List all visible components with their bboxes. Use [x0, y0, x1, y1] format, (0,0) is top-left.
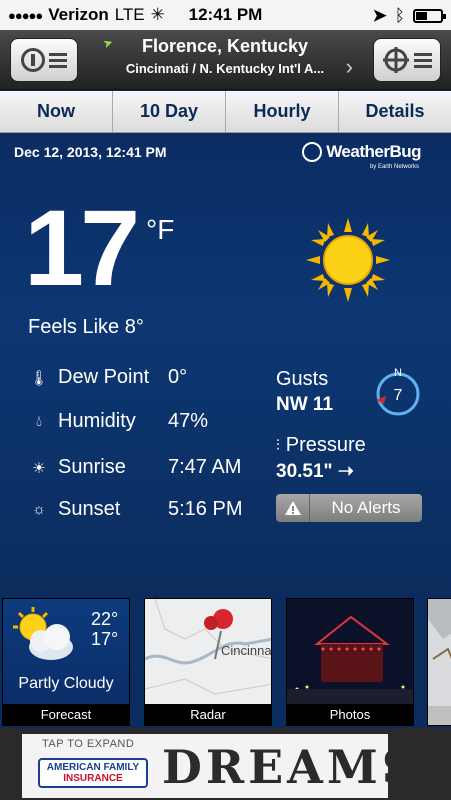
ad-brand-logo: AMERICAN FAMILY INSURANCE [38, 758, 148, 788]
thermometer-icon: 🌡︎ [29, 369, 49, 387]
location-station: Cincinnati / N. Kentucky Int'l A... [125, 61, 325, 76]
forecast-high: 22° [91, 609, 119, 629]
tab-now[interactable]: Now [0, 91, 113, 132]
feels-like: Feels Like 8° [28, 316, 144, 338]
location-city: Florence, Kentucky [141, 36, 309, 56]
tab-10-day[interactable]: 10 Day [113, 91, 226, 132]
sunrise-value: 7:47 AM [168, 456, 242, 478]
radar-map-city-label: Cincinna [221, 643, 272, 658]
tab-hourly[interactable]: Hourly [226, 91, 339, 132]
ad-headline: DREAMS [162, 740, 420, 794]
wind-compass-icon: N 7 [376, 367, 420, 416]
sunrise-row: ☀ Sunrise 7:47 AM [28, 456, 241, 479]
humidity-row: 💧︎ Humidity 47% [28, 410, 208, 433]
current-temperature: 17 [24, 187, 140, 308]
bluetooth-icon: ᛒ [394, 6, 405, 25]
forecast-caption: Forecast [3, 704, 129, 725]
observation-datetime: Dec 12, 2013, 12:41 PM [14, 144, 167, 160]
dew-point-label: Dew Point [58, 366, 150, 388]
ad-tap-label: TAP TO EXPAND [42, 738, 135, 750]
forecast-low: 17° [91, 629, 119, 649]
sunrise-icon: ☀ [32, 459, 46, 477]
weatherbug-logo-icon [21, 48, 45, 72]
gusts-label: Gusts [276, 368, 329, 390]
pressure-row: ⫶ Pressure [276, 434, 366, 457]
menu-button[interactable] [10, 38, 78, 82]
location-selector[interactable]: Florence, Kentucky Cincinnati / N. Kentu… [100, 34, 350, 76]
warning-icon [276, 494, 310, 522]
ad-content[interactable]: TAP TO EXPAND AMERICAN FAMILY INSURANCE … [22, 734, 415, 798]
wind-speed: 7 [394, 387, 403, 404]
snow-photo-image [428, 599, 451, 706]
tab-bar: Now 10 Day Hourly Details [0, 91, 451, 133]
temperature-unit: °F [146, 214, 175, 245]
dew-point-row: 🌡︎ Dew Point 0° [28, 366, 187, 389]
forecast-condition: Partly Cloudy [18, 675, 114, 692]
ad-brand-line1: AMERICAN FAMILY [46, 762, 140, 773]
ad-banner[interactable]: TAP TO EXPAND AMERICAN FAMILY INSURANCE … [0, 728, 451, 800]
alerts-label: No Alerts [331, 498, 401, 517]
menu-lines-icon [49, 52, 67, 68]
chevron-right-icon[interactable]: › [346, 54, 353, 80]
droplet-icon: 💧︎ [35, 413, 42, 430]
humidity-value: 47% [168, 410, 209, 432]
location-list-button[interactable] [373, 38, 441, 82]
feature-carousel: 22° 17° Partly Cloudy Forecast Cincinna … [0, 598, 451, 726]
weatherbug-logo: WeatherBug by Earth Networks [302, 142, 421, 170]
logo-subtext: by Earth Networks [369, 164, 419, 170]
dew-point-value: 0° [168, 366, 188, 388]
alerts-button[interactable]: No Alerts [276, 494, 422, 522]
pressure-value: 30.51" ➝ [276, 461, 354, 482]
photos-tile[interactable]: Photos [286, 598, 414, 726]
photo-image [287, 599, 413, 706]
status-icons: ➤ ᛒ [372, 6, 446, 26]
battery-icon [413, 9, 446, 23]
sunset-label: Sunset [58, 498, 121, 520]
compass-north-label: N [394, 367, 402, 379]
pressure-label: Pressure [285, 434, 366, 456]
forecast-tile[interactable]: 22° 17° Partly Cloudy Forecast [2, 598, 130, 726]
tab-details[interactable]: Details [339, 91, 451, 132]
sunset-icon: ☼ [32, 501, 46, 518]
more-tile[interactable] [427, 598, 451, 726]
sunset-value: 5:16 PM [168, 498, 243, 520]
current-conditions-panel: Dec 12, 2013, 12:41 PM WeatherBug by Ear… [0, 134, 451, 594]
sunrise-label: Sunrise [58, 456, 126, 478]
bug-logo-icon [302, 142, 323, 162]
partly-cloudy-icon [13, 607, 73, 660]
list-lines-icon [414, 52, 432, 68]
ad-brand-line2: INSURANCE [63, 773, 123, 784]
location-arrow-icon: ➤ [372, 6, 387, 25]
gusts-value: NW 11 [276, 394, 334, 415]
logo-text: WeatherBug [326, 142, 421, 161]
radar-map-image: Cincinna [145, 599, 272, 706]
status-bar: ●●●●● Verizon LTE ✳ 12:41 PM ➤ ᛒ [0, 0, 451, 30]
radar-caption: Radar [145, 704, 271, 725]
radar-tile[interactable]: Cincinna Radar [144, 598, 272, 726]
crosshair-icon [383, 47, 409, 73]
pressure-icon: ⫶ [276, 437, 280, 454]
sunny-icon [306, 218, 390, 302]
sunset-row: ☼ Sunset 5:16 PM [28, 498, 242, 521]
app-header: ➤ Florence, Kentucky Cincinnati / N. Ken… [0, 30, 451, 90]
photos-caption: Photos [287, 704, 413, 725]
humidity-label: Humidity [58, 410, 136, 432]
